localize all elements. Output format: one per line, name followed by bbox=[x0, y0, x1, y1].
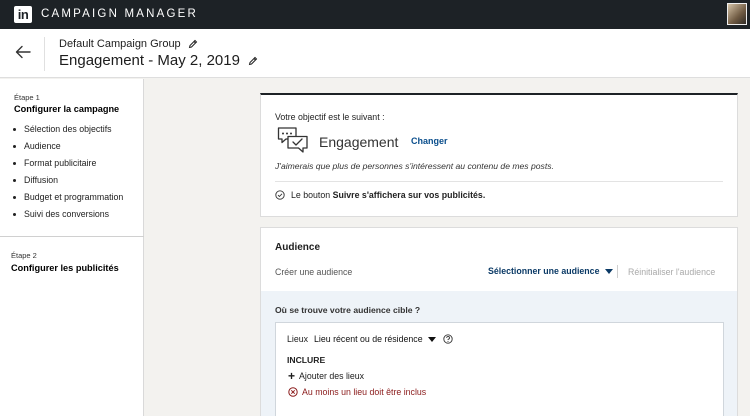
objective-divider bbox=[275, 181, 723, 182]
bullet-icon bbox=[13, 212, 16, 216]
bullet-icon bbox=[13, 144, 16, 148]
audience-card: Audience Créer une audience Sélectionner… bbox=[260, 227, 738, 416]
campaign-group-name: Default Campaign Group bbox=[59, 38, 181, 50]
campaign-group-row: Default Campaign Group bbox=[59, 38, 198, 50]
sidebar-item-objectifs[interactable]: Sélection des objectifs bbox=[13, 123, 123, 140]
check-circle-icon bbox=[275, 190, 285, 200]
campaign-name-row: Engagement - May 2, 2019 bbox=[59, 52, 258, 69]
step-1-label: Étape 1 bbox=[14, 93, 40, 102]
app-title: CAMPAIGN MANAGER bbox=[41, 8, 199, 20]
bullet-icon bbox=[13, 127, 16, 131]
error-circle-icon bbox=[288, 387, 298, 397]
change-objective-link[interactable]: Changer bbox=[411, 136, 448, 146]
step-2-label: Étape 2 bbox=[11, 251, 37, 260]
sidebar-item-diffusion[interactable]: Diffusion bbox=[13, 174, 123, 191]
note-text: Le bouton Suivre s'affichera sur vos pub… bbox=[291, 190, 486, 200]
bullet-icon bbox=[13, 195, 16, 199]
step-1-items: Sélection des objectifs Audience Format … bbox=[13, 123, 123, 225]
audience-title: Audience bbox=[275, 242, 321, 253]
steps-sidebar: Étape 1 Configurer la campagne Sélection… bbox=[0, 79, 144, 416]
objective-name: Engagement bbox=[319, 134, 399, 150]
objective-card: Votre objectif est le suivant : Engageme… bbox=[260, 93, 738, 217]
campaign-name: Engagement - May 2, 2019 bbox=[59, 52, 240, 69]
linkedin-logo-icon[interactable]: in bbox=[14, 6, 32, 23]
step-1-title[interactable]: Configurer la campagne bbox=[14, 104, 119, 114]
sidebar-item-audience[interactable]: Audience bbox=[13, 140, 123, 157]
create-audience-label: Créer une audience bbox=[275, 267, 353, 277]
plus-icon: + bbox=[288, 369, 296, 383]
sidebar-item-conversions[interactable]: Suivi des conversions bbox=[13, 208, 123, 225]
caret-down-icon bbox=[427, 336, 436, 342]
select-audience-dropdown[interactable]: Sélectionner une audience bbox=[488, 266, 614, 276]
objective-description: J'aimerais que plus de personnes s'intér… bbox=[275, 161, 554, 171]
help-icon[interactable] bbox=[442, 334, 453, 344]
location-type-dropdown[interactable]: Lieu récent ou de résidence bbox=[314, 334, 436, 344]
edit-group-pencil-icon[interactable] bbox=[188, 39, 198, 49]
reset-audience-button[interactable]: Réinitialiser l'audience bbox=[628, 267, 715, 277]
sidebar-item-budget[interactable]: Budget et programmation bbox=[13, 191, 123, 208]
engagement-chat-icon bbox=[277, 127, 308, 153]
objective-intro: Votre objectif est le suivant : bbox=[275, 112, 385, 122]
locations-label: Lieux bbox=[287, 334, 309, 344]
avatar[interactable] bbox=[727, 3, 747, 25]
add-locations-button[interactable]: + Ajouter des lieux bbox=[288, 369, 364, 383]
include-label: INCLURE bbox=[287, 355, 326, 365]
locations-box: Lieux Lieu récent ou de résidence INCLUR… bbox=[275, 322, 724, 416]
campaign-header: Default Campaign Group Engagement - May … bbox=[0, 29, 750, 78]
back-arrow-icon[interactable] bbox=[14, 43, 32, 61]
step-2-title[interactable]: Configurer les publicités bbox=[11, 263, 119, 273]
locations-row: Lieux Lieu récent ou de résidence bbox=[287, 334, 453, 344]
header-divider bbox=[44, 37, 45, 71]
audience-location-question: Où se trouve votre audience cible ? bbox=[275, 305, 421, 315]
top-bar: in CAMPAIGN MANAGER bbox=[0, 0, 750, 29]
sidebar-item-format[interactable]: Format publicitaire bbox=[13, 157, 123, 174]
bullet-icon bbox=[13, 178, 16, 182]
step-1-panel: Étape 1 Configurer la campagne Sélection… bbox=[0, 79, 144, 237]
bullet-icon bbox=[13, 161, 16, 165]
edit-campaign-pencil-icon[interactable] bbox=[248, 56, 258, 66]
audience-location-section: Où se trouve votre audience cible ? Lieu… bbox=[261, 291, 737, 416]
audience-actions-divider bbox=[617, 265, 618, 278]
location-error-message: Au moins un lieu doit être inclus bbox=[288, 387, 426, 397]
caret-down-icon bbox=[605, 268, 614, 274]
follow-button-note: Le bouton Suivre s'affichera sur vos pub… bbox=[275, 190, 485, 200]
